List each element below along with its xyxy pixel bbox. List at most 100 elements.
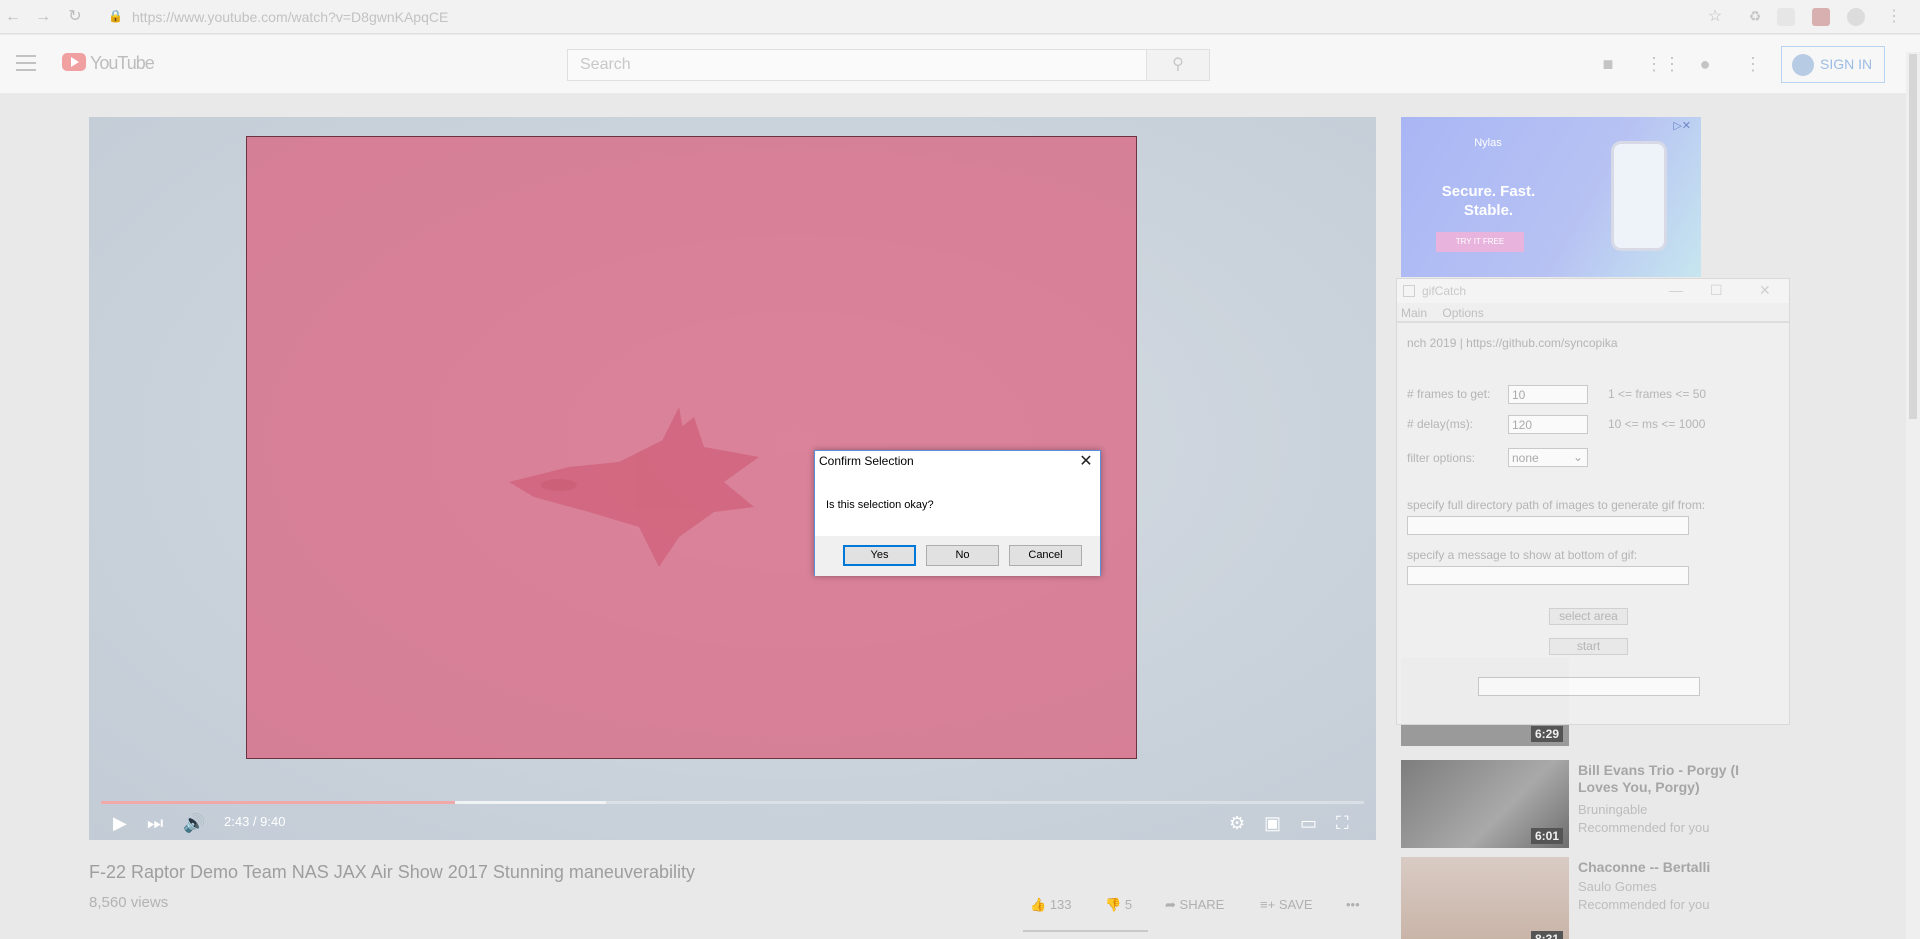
dialog-title: Confirm Selection (819, 454, 914, 468)
close-icon[interactable]: ✕ (1078, 451, 1094, 471)
browser-menu-icon[interactable]: ⋮ (1885, 8, 1903, 26)
settings-more-icon[interactable]: ⋮ (1742, 53, 1764, 75)
like-button[interactable]: 👍 133 (1030, 897, 1072, 913)
video-thumbnail: 8:31 (1401, 857, 1569, 939)
profile-icon[interactable] (1847, 8, 1865, 26)
played-bar (101, 801, 455, 804)
account-icon (1792, 54, 1814, 76)
miniplayer-icon[interactable]: ▣ (1264, 811, 1281, 835)
pdf-extension-icon[interactable] (1812, 8, 1830, 26)
create-video-icon[interactable]: ■ (1597, 53, 1619, 75)
gifcatch-title: gifCatch (1422, 284, 1467, 298)
video-progress-bar[interactable] (101, 801, 1364, 804)
gifcatch-header-text: nch 2019 | https://github.com/syncopika (1407, 336, 1618, 350)
progress-bar (1478, 677, 1700, 696)
ad-headline: Secure. Fast. Stable. (1441, 183, 1536, 219)
extension-icon[interactable] (1777, 8, 1795, 26)
address-bar[interactable]: https://www.youtube.com/watch?v=D8gwnKAp… (132, 9, 448, 25)
search-button[interactable]: ⚲ (1146, 49, 1210, 81)
share-icon: ➦ (1165, 897, 1176, 912)
delay-input[interactable]: 120 (1508, 415, 1588, 434)
settings-icon[interactable]: ⚙ (1229, 811, 1245, 835)
gifcatch-window: gifCatch — ☐ ✕ Main Options nch 2019 | h… (1396, 278, 1790, 725)
forward-icon[interactable]: → (34, 8, 52, 26)
recommendation-title[interactable]: Chaconne -- Bertalli (1578, 859, 1721, 876)
filter-select[interactable]: none ⌄ (1508, 448, 1588, 467)
maximize-icon[interactable]: ☐ (1710, 282, 1723, 299)
video-player[interactable]: ▶ ⏭ 🔊 2:43 / 9:40 ⚙ ▣ ▭ ⛶ (89, 117, 1376, 840)
dialog-footer: Yes No Cancel (815, 536, 1100, 576)
ad-brand: Nylas (1474, 137, 1502, 149)
play-icon[interactable]: ▶ (113, 811, 127, 835)
view-count: 8,560 views (89, 894, 169, 911)
channel-name[interactable]: Bruningable (1578, 802, 1647, 817)
yes-button[interactable]: Yes (843, 545, 916, 566)
scrollbar-thumb[interactable] (1909, 54, 1917, 419)
volume-icon[interactable]: 🔊 (183, 811, 205, 835)
ad-banner[interactable]: Nylas Secure. Fast. Stable. TRY IT FREE … (1401, 117, 1701, 277)
recommendation-title[interactable]: Bill Evans Trio - Porgy (I Loves You, Po… (1578, 762, 1763, 796)
channel-name[interactable]: Saulo Gomes (1578, 879, 1657, 894)
recommendation-item[interactable]: 6:01 Bill Evans Trio - Porgy (I Loves Yo… (1401, 760, 1739, 848)
playlist-add-icon: ≡+ (1260, 897, 1276, 912)
youtube-logo-icon[interactable] (62, 53, 86, 71)
theater-mode-icon[interactable]: ▭ (1300, 811, 1317, 835)
ad-close-icon[interactable]: ▷✕ (1673, 119, 1691, 132)
fullscreen-icon[interactable]: ⛶ (1336, 811, 1349, 835)
frames-input[interactable]: 10 (1508, 385, 1588, 404)
back-icon[interactable]: ← (4, 8, 22, 26)
messages-icon[interactable]: ● (1694, 53, 1716, 75)
browser-toolbar: ← → ↻ 🔒 https://www.youtube.com/watch?v=… (0, 0, 1920, 34)
delay-hint: 10 <= ms <= 1000 (1608, 417, 1706, 431)
gifcatch-menubar: Main Options (1397, 303, 1789, 323)
app-icon (1403, 285, 1415, 297)
menu-icon[interactable] (16, 55, 36, 71)
cancel-button[interactable]: Cancel (1009, 545, 1082, 566)
delay-label: # delay(ms): (1407, 417, 1474, 431)
recommendation-item[interactable]: 8:31 Chaconne -- Bertalli Saulo Gomes Re… (1401, 857, 1721, 939)
no-button[interactable]: No (926, 545, 999, 566)
frames-label: # frames to get: (1407, 387, 1491, 401)
ad-cta-button[interactable]: TRY IT FREE (1436, 232, 1524, 252)
star-icon[interactable]: ☆ (1706, 8, 1724, 26)
selection-overlay (246, 136, 1137, 759)
next-icon[interactable]: ⏭ (147, 811, 163, 835)
youtube-logo-text[interactable]: YouTube (90, 53, 155, 74)
start-button[interactable]: start (1549, 638, 1628, 655)
extension-icon[interactable]: ♻ (1746, 8, 1764, 26)
search-input[interactable]: Search (567, 49, 1147, 81)
thumbs-up-icon: 👍 (1030, 897, 1047, 912)
menu-options[interactable]: Options (1442, 306, 1483, 320)
gifcatch-titlebar[interactable]: gifCatch — ☐ ✕ (1397, 279, 1789, 303)
lock-icon: 🔒 (108, 9, 123, 23)
apps-icon[interactable]: ⋮⋮ (1645, 53, 1681, 75)
frames-hint: 1 <= frames <= 50 (1608, 387, 1707, 401)
sign-in-button[interactable]: SIGN IN (1781, 46, 1885, 83)
video-thumbnail: 6:01 (1401, 760, 1569, 848)
phone-illustration (1611, 141, 1667, 251)
video-title: F-22 Raptor Demo Team NAS JAX Air Show 2… (89, 862, 695, 882)
more-actions-icon[interactable]: ••• (1346, 897, 1360, 912)
chevron-down-icon: ⌄ (1572, 450, 1583, 464)
filter-label: filter options: (1407, 451, 1476, 465)
message-label: specify a message to show at bottom of g… (1407, 548, 1638, 562)
sentiment-bar (1023, 930, 1148, 932)
message-input[interactable] (1407, 566, 1689, 585)
dislike-button[interactable]: 👎 5 (1105, 897, 1132, 913)
thumbs-down-icon: 👎 (1105, 897, 1122, 912)
directory-input[interactable] (1407, 516, 1689, 535)
minimize-icon[interactable]: — (1669, 282, 1683, 298)
directory-label: specify full directory path of images to… (1407, 498, 1706, 512)
menu-main[interactable]: Main (1401, 306, 1427, 320)
youtube-header: YouTube Search ⚲ ■ ⋮⋮ ● ⋮ SIGN IN (0, 35, 1920, 93)
search-icon: ⚲ (1172, 56, 1184, 73)
save-button[interactable]: ≡+ SAVE (1260, 897, 1313, 912)
confirm-dialog: Confirm Selection ✕ Is this selection ok… (814, 450, 1101, 576)
page-scrollbar[interactable] (1906, 52, 1920, 939)
share-button[interactable]: ➦ SHARE (1165, 897, 1224, 913)
select-area-button[interactable]: select area (1549, 608, 1628, 625)
reload-icon[interactable]: ↻ (66, 8, 84, 26)
dialog-message: Is this selection okay? (826, 499, 934, 511)
recommendation-note: Recommended for you (1578, 820, 1710, 835)
close-icon[interactable]: ✕ (1759, 282, 1771, 299)
